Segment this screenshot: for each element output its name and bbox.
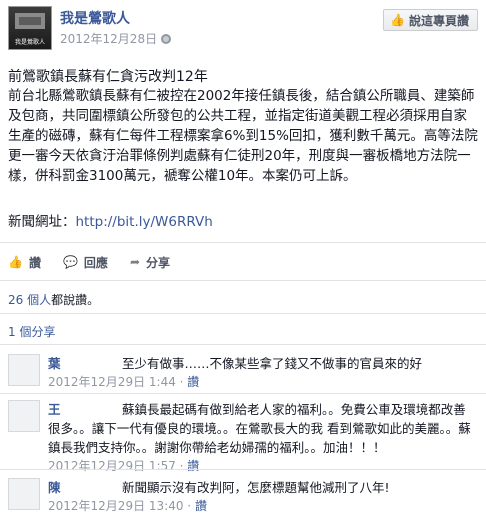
comment-body: 新聞顯示沒有改判阿，怎麼標題幫他減刑了八年! bbox=[122, 480, 390, 495]
comment-meta: 2012年12月29日 13:40 · 讚 bbox=[48, 497, 207, 514]
likes-summary: 26 個人都說讚。 bbox=[8, 291, 99, 308]
comment-label: 回應 bbox=[83, 255, 108, 270]
comment-time[interactable]: 2012年12月29日 1:57 bbox=[48, 459, 176, 473]
shares-link[interactable]: 1 個分享 bbox=[8, 323, 55, 340]
meta-separator: · bbox=[183, 499, 195, 513]
share-arrow-icon: ➦ bbox=[129, 255, 140, 269]
facebook-post: 我是鶯歌人 我是鶯歌人 2012年12月28日 👍 說這專頁讚 前鶯歌鎮長蘇有仁… bbox=[0, 0, 486, 520]
post-timestamp[interactable]: 2012年12月28日 bbox=[60, 30, 172, 47]
thumbs-up-icon: 👍 bbox=[8, 255, 23, 269]
avatar-caption: 我是鶯歌人 bbox=[14, 39, 45, 46]
comment-like-link[interactable]: 讚 bbox=[187, 459, 199, 473]
like-page-label: 說這專頁讚 bbox=[408, 13, 469, 28]
comment-body: 至少有做事……不像某些拿了錢又不做事的官員來的好 bbox=[122, 356, 423, 371]
comment-time[interactable]: 2012年12月29日 1:44 bbox=[48, 375, 176, 389]
page-name-link[interactable]: 我是鶯歌人 bbox=[60, 8, 130, 28]
comment-time[interactable]: 2012年12月29日 13:40 bbox=[48, 499, 183, 513]
thumbs-up-icon: 👍 bbox=[390, 13, 405, 27]
divider bbox=[0, 280, 486, 281]
post-title: 前鶯歌鎮長蘇有仁貪污改判12年 bbox=[8, 69, 208, 85]
likes-suffix: 都說讚。 bbox=[51, 293, 100, 307]
likes-count-link[interactable]: 26 個人 bbox=[8, 293, 51, 307]
divider bbox=[0, 242, 486, 243]
avatar[interactable] bbox=[8, 354, 40, 386]
timestamp-text[interactable]: 2012年12月28日 bbox=[60, 32, 157, 46]
news-link-row: 新聞網址：http://bit.ly/W6RRVh bbox=[8, 210, 213, 230]
comment-author[interactable]: 王 bbox=[48, 400, 116, 419]
page-avatar[interactable]: 我是鶯歌人 bbox=[8, 6, 52, 50]
comment-meta: 2012年12月29日 1:44 · 讚 bbox=[48, 373, 199, 390]
divider bbox=[0, 393, 486, 394]
comment-like-link[interactable]: 讚 bbox=[195, 499, 207, 513]
divider bbox=[0, 344, 486, 345]
globe-icon bbox=[161, 34, 172, 44]
divider bbox=[0, 313, 486, 314]
avatar[interactable] bbox=[8, 400, 40, 432]
comment-item: 陳新聞顯示沒有改判阿，怎麼標題幫他減刑了八年! 2012年12月29日 13:4… bbox=[8, 478, 478, 516]
like-page-button[interactable]: 👍 說這專頁讚 bbox=[383, 9, 478, 31]
like-label: 讚 bbox=[28, 255, 41, 270]
comment-text: 王蘇鎮長最起碼有做到給老人家的福利。。免費公車及環境都改善很多。。讓下一代有優良… bbox=[48, 400, 478, 457]
post-header: 我是鶯歌人 我是鶯歌人 2012年12月28日 👍 說這專頁讚 bbox=[8, 6, 478, 50]
comment-text: 葉至少有做事……不像某些拿了錢又不做事的官員來的好 bbox=[48, 354, 478, 373]
comment-button[interactable]: 💬 回應 bbox=[63, 252, 108, 272]
post-actions: 👍 讚 💬 回應 ➦ 分享 bbox=[8, 252, 170, 272]
avatar[interactable] bbox=[8, 478, 40, 510]
speech-bubble-icon: 💬 bbox=[62, 255, 78, 269]
post-body: 前台北縣鶯歌鎮長蘇有仁被控在2002年接任鎮長後，結合鎮公所職員、建築師及包商，… bbox=[8, 88, 478, 184]
comment-item: 葉至少有做事……不像某些拿了錢又不做事的官員來的好 2012年12月29日 1:… bbox=[8, 354, 478, 392]
building-icon bbox=[15, 13, 45, 29]
share-button[interactable]: ➦ 分享 bbox=[130, 252, 170, 272]
share-label: 分享 bbox=[146, 255, 171, 270]
news-link[interactable]: http://bit.ly/W6RRVh bbox=[76, 214, 213, 230]
comment-author[interactable]: 陳 bbox=[48, 478, 116, 497]
comment-item: 王蘇鎮長最起碼有做到給老人家的福利。。免費公車及環境都改善很多。。讓下一代有優良… bbox=[8, 400, 478, 474]
comment-text: 陳新聞顯示沒有改判阿，怎麼標題幫他減刑了八年! bbox=[48, 478, 478, 497]
meta-separator: · bbox=[175, 375, 188, 389]
news-link-label: 新聞網址： bbox=[8, 214, 76, 230]
comment-like-link[interactable]: 讚 bbox=[187, 375, 199, 389]
comment-meta: 2012年12月29日 1:57 · 讚 bbox=[48, 457, 199, 474]
like-button[interactable]: 👍 讚 bbox=[8, 252, 41, 272]
divider bbox=[0, 469, 486, 470]
comment-author[interactable]: 葉 bbox=[48, 354, 116, 373]
meta-separator: · bbox=[175, 459, 188, 473]
